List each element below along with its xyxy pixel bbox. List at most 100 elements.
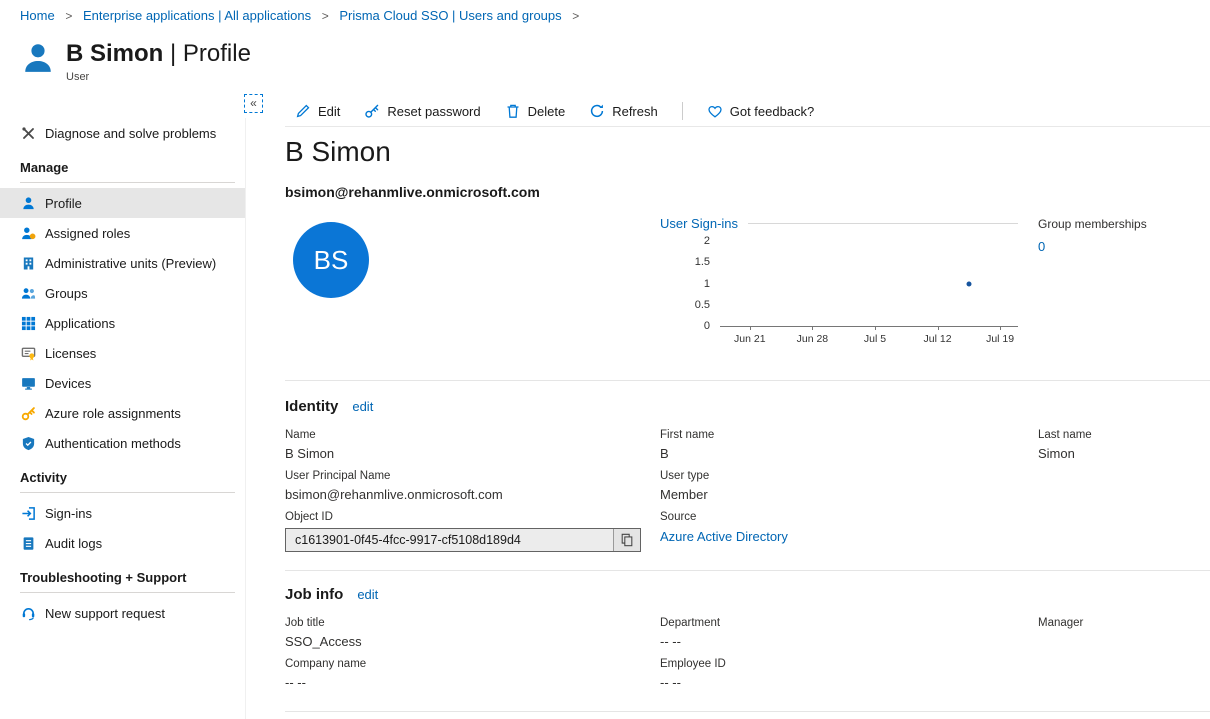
feedback-button-label: Got feedback? — [730, 104, 815, 119]
sidebar: Diagnose and solve problems Manage Profi… — [0, 118, 246, 719]
breadcrumb: Home > Enterprise applications | All app… — [20, 8, 586, 23]
field-last-name: Last name Simon — [1038, 429, 1200, 463]
command-bar: Edit Reset password Delete Refresh Got f… — [285, 96, 1210, 127]
sidebar-item-label: Applications — [45, 316, 115, 331]
page-subtitle: User — [66, 71, 251, 83]
field-job-title: Job title SSO_Access — [285, 617, 660, 651]
breadcrumb-chevron: > — [572, 9, 579, 23]
group-memberships: Group memberships 0 — [1038, 217, 1147, 256]
field-name: Name B Simon — [285, 429, 660, 463]
field-label: Company name — [285, 658, 660, 670]
sidebar-item-authentication-methods[interactable]: Authentication methods — [0, 428, 245, 458]
person-badge-icon — [20, 225, 36, 241]
field-first-name: First name B — [660, 429, 1038, 463]
page-title-suffix: | Profile — [170, 40, 251, 67]
identity-edit-link[interactable]: edit — [352, 399, 373, 414]
audit-log-icon — [20, 535, 36, 551]
object-id-input[interactable] — [286, 529, 613, 551]
job-info-section-title: Job info — [285, 586, 343, 603]
sidebar-item-new-support-request[interactable]: New support request — [0, 598, 245, 628]
people-icon — [20, 285, 36, 301]
breadcrumb-prisma-cloud-sso[interactable]: Prisma Cloud SSO | Users and groups — [339, 8, 561, 23]
field-source: Source Azure Active Directory — [660, 511, 1038, 552]
field-value: B Simon — [285, 446, 660, 463]
sign-in-icon — [20, 505, 36, 521]
sidebar-item-label: Authentication methods — [45, 436, 181, 451]
sidebar-item-label: Profile — [45, 196, 82, 211]
breadcrumb-home[interactable]: Home — [20, 8, 55, 23]
sidebar-item-licenses[interactable]: Licenses — [0, 338, 245, 368]
sidebar-section-manage: Manage — [0, 148, 245, 182]
tools-icon — [20, 125, 36, 141]
breadcrumb-enterprise-applications[interactable]: Enterprise applications | All applicatio… — [83, 8, 311, 23]
reset-password-button[interactable]: Reset password — [364, 103, 480, 119]
sidebar-item-profile[interactable]: Profile — [0, 188, 245, 218]
field-user-type: User type Member — [660, 470, 1038, 504]
signin-chart-title[interactable]: User Sign-ins — [660, 216, 738, 231]
field-object-id: Object ID — [285, 511, 660, 552]
pencil-icon — [295, 103, 311, 119]
sidebar-item-label: Assigned roles — [45, 226, 130, 241]
sidebar-item-devices[interactable]: Devices — [0, 368, 245, 398]
spacer — [1038, 470, 1200, 504]
sidebar-item-label: Audit logs — [45, 536, 102, 551]
field-value: B — [660, 446, 1038, 463]
sidebar-item-assigned-roles[interactable]: Assigned roles — [0, 218, 245, 248]
sidebar-section-troubleshooting-support: Troubleshooting + Support — [0, 558, 245, 592]
copy-icon — [620, 533, 634, 547]
refresh-button-label: Refresh — [612, 104, 658, 119]
signin-data-point — [966, 281, 971, 286]
sidebar-item-applications[interactable]: Applications — [0, 308, 245, 338]
source-link[interactable]: Azure Active Directory — [660, 529, 788, 544]
identity-section: Identity edit Name B Simon First name B … — [285, 398, 1200, 552]
field-label: Department — [660, 617, 1038, 629]
identity-section-title: Identity — [285, 398, 338, 415]
sidebar-item-groups[interactable]: Groups — [0, 278, 245, 308]
sidebar-item-label: Sign-ins — [45, 506, 92, 521]
section-divider — [20, 492, 235, 493]
page-title: B Simon | Profile — [66, 40, 251, 68]
heart-icon — [707, 103, 723, 119]
sidebar-item-label: Groups — [45, 286, 88, 301]
job-info-edit-link[interactable]: edit — [357, 587, 378, 602]
field-label: Name — [285, 429, 660, 441]
sidebar-item-administrative-units[interactable]: Administrative units (Preview) — [0, 248, 245, 278]
group-memberships-count[interactable]: 0 — [1038, 239, 1045, 254]
sidebar-item-diagnose-and-solve-problems[interactable]: Diagnose and solve problems — [0, 118, 245, 148]
user-display-name: B Simon — [285, 136, 391, 168]
field-label: Employee ID — [660, 658, 1038, 670]
sidebar-item-label: Administrative units (Preview) — [45, 256, 216, 271]
sidebar-item-sign-ins[interactable]: Sign-ins — [0, 498, 245, 528]
signin-chart-plot: 00.511.52Jun 21Jun 28Jul 5Jul 12Jul 19 — [720, 241, 1018, 327]
key-icon — [364, 103, 380, 119]
delete-button[interactable]: Delete — [505, 103, 566, 119]
field-label: Job title — [285, 617, 660, 629]
sidebar-item-audit-logs[interactable]: Audit logs — [0, 528, 245, 558]
field-value — [1038, 634, 1200, 651]
field-user-principal-name: User Principal Name bsimon@rehanmlive.on… — [285, 470, 660, 504]
field-value: -- -- — [285, 675, 660, 692]
field-value: bsimon@rehanmlive.onmicrosoft.com — [285, 487, 660, 504]
user-avatar-icon — [20, 40, 56, 76]
field-department: Department -- -- — [660, 617, 1038, 651]
field-value: -- -- — [660, 675, 1038, 692]
refresh-button[interactable]: Refresh — [589, 103, 658, 119]
section-divider — [285, 570, 1210, 571]
spacer — [1038, 511, 1200, 552]
refresh-icon — [589, 103, 605, 119]
field-label: Last name — [1038, 429, 1200, 441]
azure-portal-user-profile-page: Home > Enterprise applications | All app… — [0, 0, 1210, 719]
signin-chart: User Sign-ins 00.511.52Jun 21Jun 28Jul 5… — [660, 216, 1018, 327]
copy-button[interactable] — [613, 529, 640, 551]
sidebar-item-azure-role-assignments[interactable]: Azure role assignments — [0, 398, 245, 428]
field-label: Manager — [1038, 617, 1200, 629]
feedback-button[interactable]: Got feedback? — [707, 103, 815, 119]
sidebar-collapse-button[interactable]: « — [244, 94, 263, 113]
delete-button-label: Delete — [528, 104, 566, 119]
edit-button[interactable]: Edit — [295, 103, 340, 119]
job-info-section: Job info edit Job title SSO_Access Depar… — [285, 586, 1200, 692]
object-id-copybox — [285, 528, 641, 552]
grid-icon — [20, 315, 36, 331]
field-company-name: Company name -- -- — [285, 658, 660, 692]
section-divider — [20, 182, 235, 183]
